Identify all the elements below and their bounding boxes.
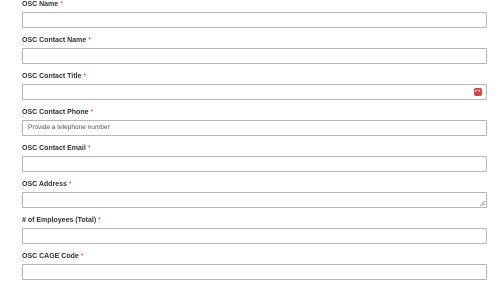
field-osc-address: OSC Address *	[22, 180, 487, 208]
required-marker: *	[83, 73, 87, 80]
phone-placeholder: Provide a telephone number	[28, 124, 110, 131]
required-marker: *	[68, 181, 72, 188]
field-osc-name: OSC Name *	[22, 0, 487, 28]
field-osc-cage-code: OSC CAGE Code *	[22, 252, 487, 280]
osc-address-textarea[interactable]	[22, 192, 487, 208]
required-marker: *	[60, 1, 63, 8]
field-label: OSC Contact Email *	[22, 145, 91, 152]
field-osc-contact-name: OSC Contact Name *	[22, 36, 487, 64]
osc-contact-name-input[interactable]	[22, 48, 487, 64]
osc-form: OSC Name * OSC Contact Name * OSC Contact …	[0, 0, 500, 286]
required-marker: *	[87, 145, 91, 152]
field-osc-contact-title: OSC Contact Title * •••	[22, 72, 487, 100]
field-label: OSC Contact Phone *	[22, 109, 94, 116]
resize-handle-icon[interactable]	[479, 200, 485, 206]
required-marker: *	[88, 37, 91, 44]
required-marker: *	[98, 217, 101, 224]
field-label: # of Employees (Total) *	[22, 217, 101, 224]
field-label: OSC Contact Name *	[22, 37, 91, 44]
osc-contact-email-input[interactable]	[22, 156, 487, 172]
osc-contact-phone-input[interactable]: Provide a telephone number	[22, 120, 487, 136]
osc-name-input[interactable]	[22, 12, 487, 28]
field-osc-contact-email: OSC Contact Email *	[22, 144, 487, 172]
employees-total-input[interactable]	[22, 228, 487, 244]
field-osc-contact-phone: OSC Contact Phone * Provide a telephone n…	[22, 108, 487, 136]
field-label: OSC Contact Title *	[22, 73, 87, 80]
password-manager-icon[interactable]: •••	[474, 88, 485, 96]
field-employees-total: # of Employees (Total) *	[22, 216, 487, 244]
required-marker: *	[80, 253, 84, 260]
required-marker: *	[90, 109, 94, 116]
field-label: OSC CAGE Code *	[22, 253, 84, 260]
osc-cage-code-input[interactable]	[22, 264, 487, 280]
field-label: OSC Name *	[22, 1, 63, 8]
osc-contact-title-input[interactable]: •••	[22, 84, 487, 100]
field-label: OSC Address *	[22, 181, 72, 188]
